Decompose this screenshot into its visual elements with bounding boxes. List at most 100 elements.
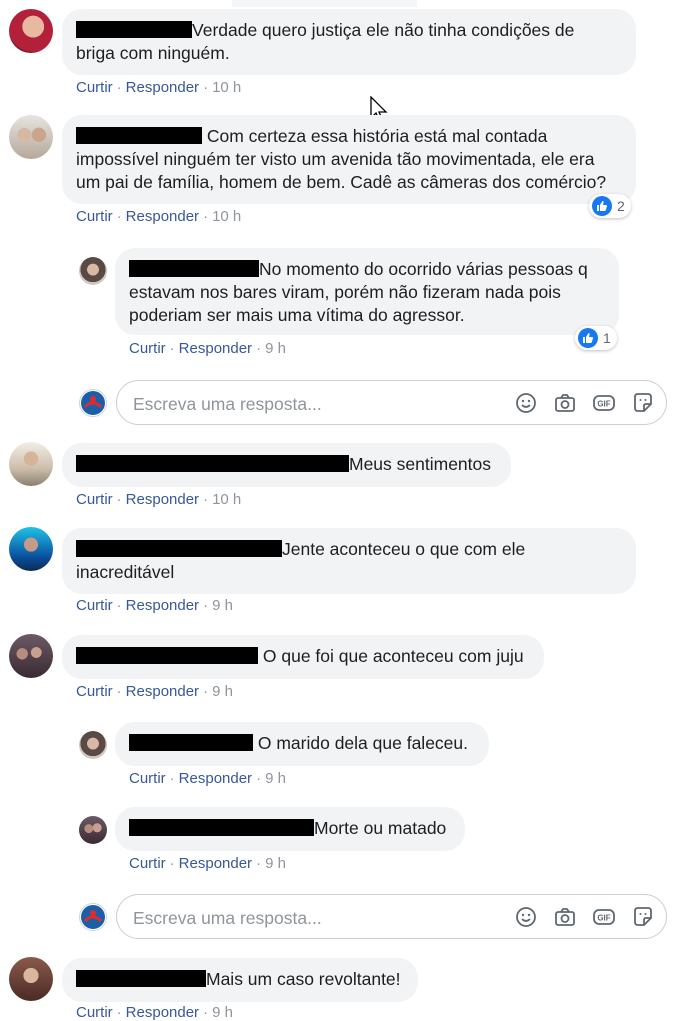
comment-actions: Curtir · Responder · 10 h — [76, 491, 242, 508]
comment-actions: Curtir · Responder · 10 h — [76, 208, 242, 225]
avatar[interactable] — [9, 115, 53, 159]
reaction-count[interactable]: 2 — [589, 194, 631, 218]
camera-icon[interactable] — [553, 391, 577, 415]
timestamp[interactable]: 10 h — [212, 79, 241, 96]
comment-actions: Curtir · Responder · 9 h — [76, 1004, 233, 1021]
reply-text-line: estavam nos bares viram, porém não fizer… — [129, 282, 561, 302]
comment-bubble: Com certeza essa história está mal conta… — [62, 115, 636, 204]
reply-actions: Curtir · Responder · 9 h — [129, 855, 286, 872]
redacted-author — [76, 540, 282, 557]
reply-text: Morte ou matado — [314, 818, 447, 838]
avatar[interactable] — [9, 957, 53, 1001]
comment-text: O que foi que aconteceu com juju — [262, 646, 524, 666]
redacted-author — [76, 21, 192, 38]
reply-input[interactable] — [131, 391, 495, 417]
comment-bubble: Jente aconteceu o que com ele inacreditá… — [62, 528, 636, 594]
timestamp[interactable]: 9 h — [265, 340, 286, 357]
camera-icon[interactable] — [553, 905, 577, 929]
redacted-author — [76, 970, 206, 987]
svg-text:GIF: GIF — [597, 400, 610, 409]
reply-link[interactable]: Responder — [126, 79, 199, 96]
reply-bubble: No momento do ocorrido várias pessoas q … — [115, 248, 619, 335]
reply-actions: Curtir · Responder · 9 h — [129, 770, 286, 787]
redacted-author — [76, 647, 258, 664]
like-link[interactable]: Curtir — [76, 1004, 113, 1021]
redacted-author — [129, 734, 253, 751]
comment-text: Mais um caso revoltante! — [206, 969, 401, 989]
gif-icon[interactable]: GIF — [592, 905, 616, 929]
redacted-author — [129, 819, 314, 836]
avatar[interactable] — [9, 9, 53, 53]
timestamp[interactable]: 9 h — [265, 770, 286, 787]
like-link[interactable]: Curtir — [129, 340, 166, 357]
like-link[interactable]: Curtir — [129, 770, 166, 787]
comment-bubble: Verdade quero justiça ele não tinha cond… — [62, 9, 636, 75]
reply-composer: GIF — [116, 380, 667, 425]
sticker-icon[interactable] — [631, 391, 655, 415]
timestamp[interactable]: 10 h — [212, 208, 241, 225]
page-avatar — [79, 903, 107, 931]
comment-bubble: O que foi que aconteceu com juju — [62, 635, 544, 679]
timestamp[interactable]: 10 h — [212, 491, 241, 508]
like-link[interactable]: Curtir — [76, 208, 113, 225]
comment-text-line: Jente aconteceu o que com ele — [282, 539, 526, 559]
avatar[interactable] — [79, 731, 107, 759]
timestamp[interactable]: 9 h — [212, 597, 233, 614]
sticker-icon[interactable] — [631, 905, 655, 929]
reply-link[interactable]: Responder — [126, 597, 199, 614]
timestamp[interactable]: 9 h — [265, 855, 286, 872]
like-icon — [578, 328, 598, 348]
avatar[interactable] — [9, 634, 53, 678]
page-avatar — [79, 389, 107, 417]
emoji-icon[interactable] — [514, 905, 538, 929]
reply-text-line: poderiam ser mais uma vítima do agressor… — [129, 305, 465, 325]
comment-actions: Curtir · Responder · 10 h — [76, 79, 242, 96]
reaction-number: 2 — [617, 198, 625, 214]
comment-text-line: inacreditável — [76, 562, 175, 582]
reply-actions: Curtir · Responder · 9 h — [129, 340, 286, 357]
avatar[interactable] — [79, 816, 107, 844]
reply-input[interactable] — [131, 905, 495, 931]
comment-bubble: Meus sentimentos — [62, 443, 511, 487]
like-link[interactable]: Curtir — [129, 855, 166, 872]
redacted-author — [76, 127, 202, 144]
top-edge-strip — [232, 0, 417, 7]
avatar[interactable] — [9, 442, 53, 486]
redacted-author — [129, 260, 259, 277]
reply-link[interactable]: Responder — [126, 683, 199, 700]
comment-text: Meus sentimentos — [349, 454, 492, 474]
comment-bubble: Mais um caso revoltante! — [62, 958, 418, 1002]
reply-link[interactable]: Responder — [126, 491, 199, 508]
comment-text-line: um pai de família, homem de bem. Cadê as… — [76, 172, 607, 192]
reply-bubble: Morte ou matado — [115, 807, 465, 851]
reply-composer: GIF — [116, 894, 667, 939]
avatar[interactable] — [9, 527, 53, 571]
gif-icon[interactable]: GIF — [592, 391, 616, 415]
like-link[interactable]: Curtir — [76, 79, 113, 96]
reply-bubble: O marido dela que faleceu. — [115, 722, 489, 766]
reply-text: O marido dela que faleceu. — [257, 733, 469, 753]
reply-link[interactable]: Responder — [126, 1004, 199, 1021]
reply-text-line: No momento do ocorrido várias pessoas q — [259, 259, 588, 279]
reply-link[interactable]: Responder — [179, 855, 252, 872]
reply-link[interactable]: Responder — [126, 208, 199, 225]
timestamp[interactable]: 9 h — [212, 1004, 233, 1021]
reaction-count[interactable]: 1 — [575, 326, 617, 350]
like-link[interactable]: Curtir — [76, 491, 113, 508]
comment-actions: Curtir · Responder · 9 h — [76, 683, 233, 700]
like-link[interactable]: Curtir — [76, 597, 113, 614]
emoji-icon[interactable] — [514, 391, 538, 415]
comment-text-line: impossível ninguém ter visto um avenida … — [76, 149, 595, 169]
like-link[interactable]: Curtir — [76, 683, 113, 700]
svg-text:GIF: GIF — [597, 914, 610, 923]
comment-actions: Curtir · Responder · 9 h — [76, 597, 233, 614]
comment-text-line: Com certeza essa história está mal conta… — [206, 126, 548, 146]
reaction-number: 1 — [603, 330, 611, 346]
comment-text-line: briga com ninguém. — [76, 43, 230, 63]
reply-link[interactable]: Responder — [179, 340, 252, 357]
avatar[interactable] — [79, 257, 107, 285]
like-icon — [592, 196, 612, 216]
comment-text-line: Verdade quero justiça ele não tinha cond… — [192, 20, 575, 40]
timestamp[interactable]: 9 h — [212, 683, 233, 700]
reply-link[interactable]: Responder — [179, 770, 252, 787]
